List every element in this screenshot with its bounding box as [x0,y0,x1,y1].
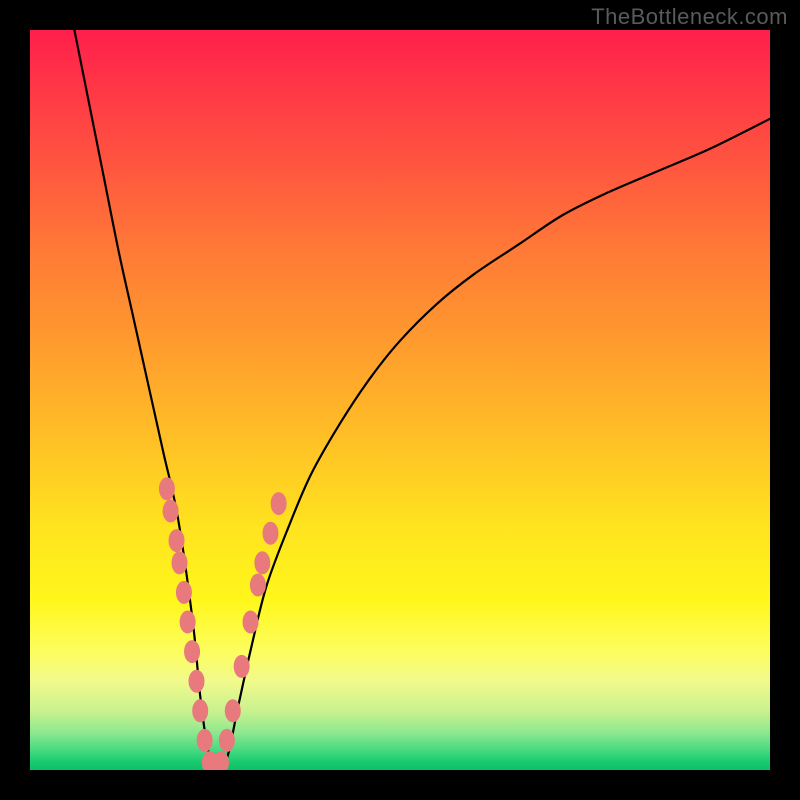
data-dot [250,574,265,596]
data-dot [213,752,228,770]
data-dot [185,641,200,663]
curve-svg [30,30,770,770]
data-dot [176,581,191,603]
data-dot [172,552,187,574]
data-dot [193,700,208,722]
data-dot [159,478,174,500]
data-dot [169,530,184,552]
data-dot [219,729,234,751]
data-dot [255,552,270,574]
chart-container: TheBottleneck.com [0,0,800,800]
data-dot [189,670,204,692]
data-dot [180,611,195,633]
plot-area [30,30,770,770]
data-dot [163,500,178,522]
data-dot [225,700,240,722]
bottleneck-curve [74,30,770,770]
watermark-text: TheBottleneck.com [591,4,788,30]
data-dot [197,729,212,751]
data-dot [263,522,278,544]
data-dot [271,493,286,515]
plot-frame [30,30,770,770]
data-dot [234,655,249,677]
data-dot [243,611,258,633]
